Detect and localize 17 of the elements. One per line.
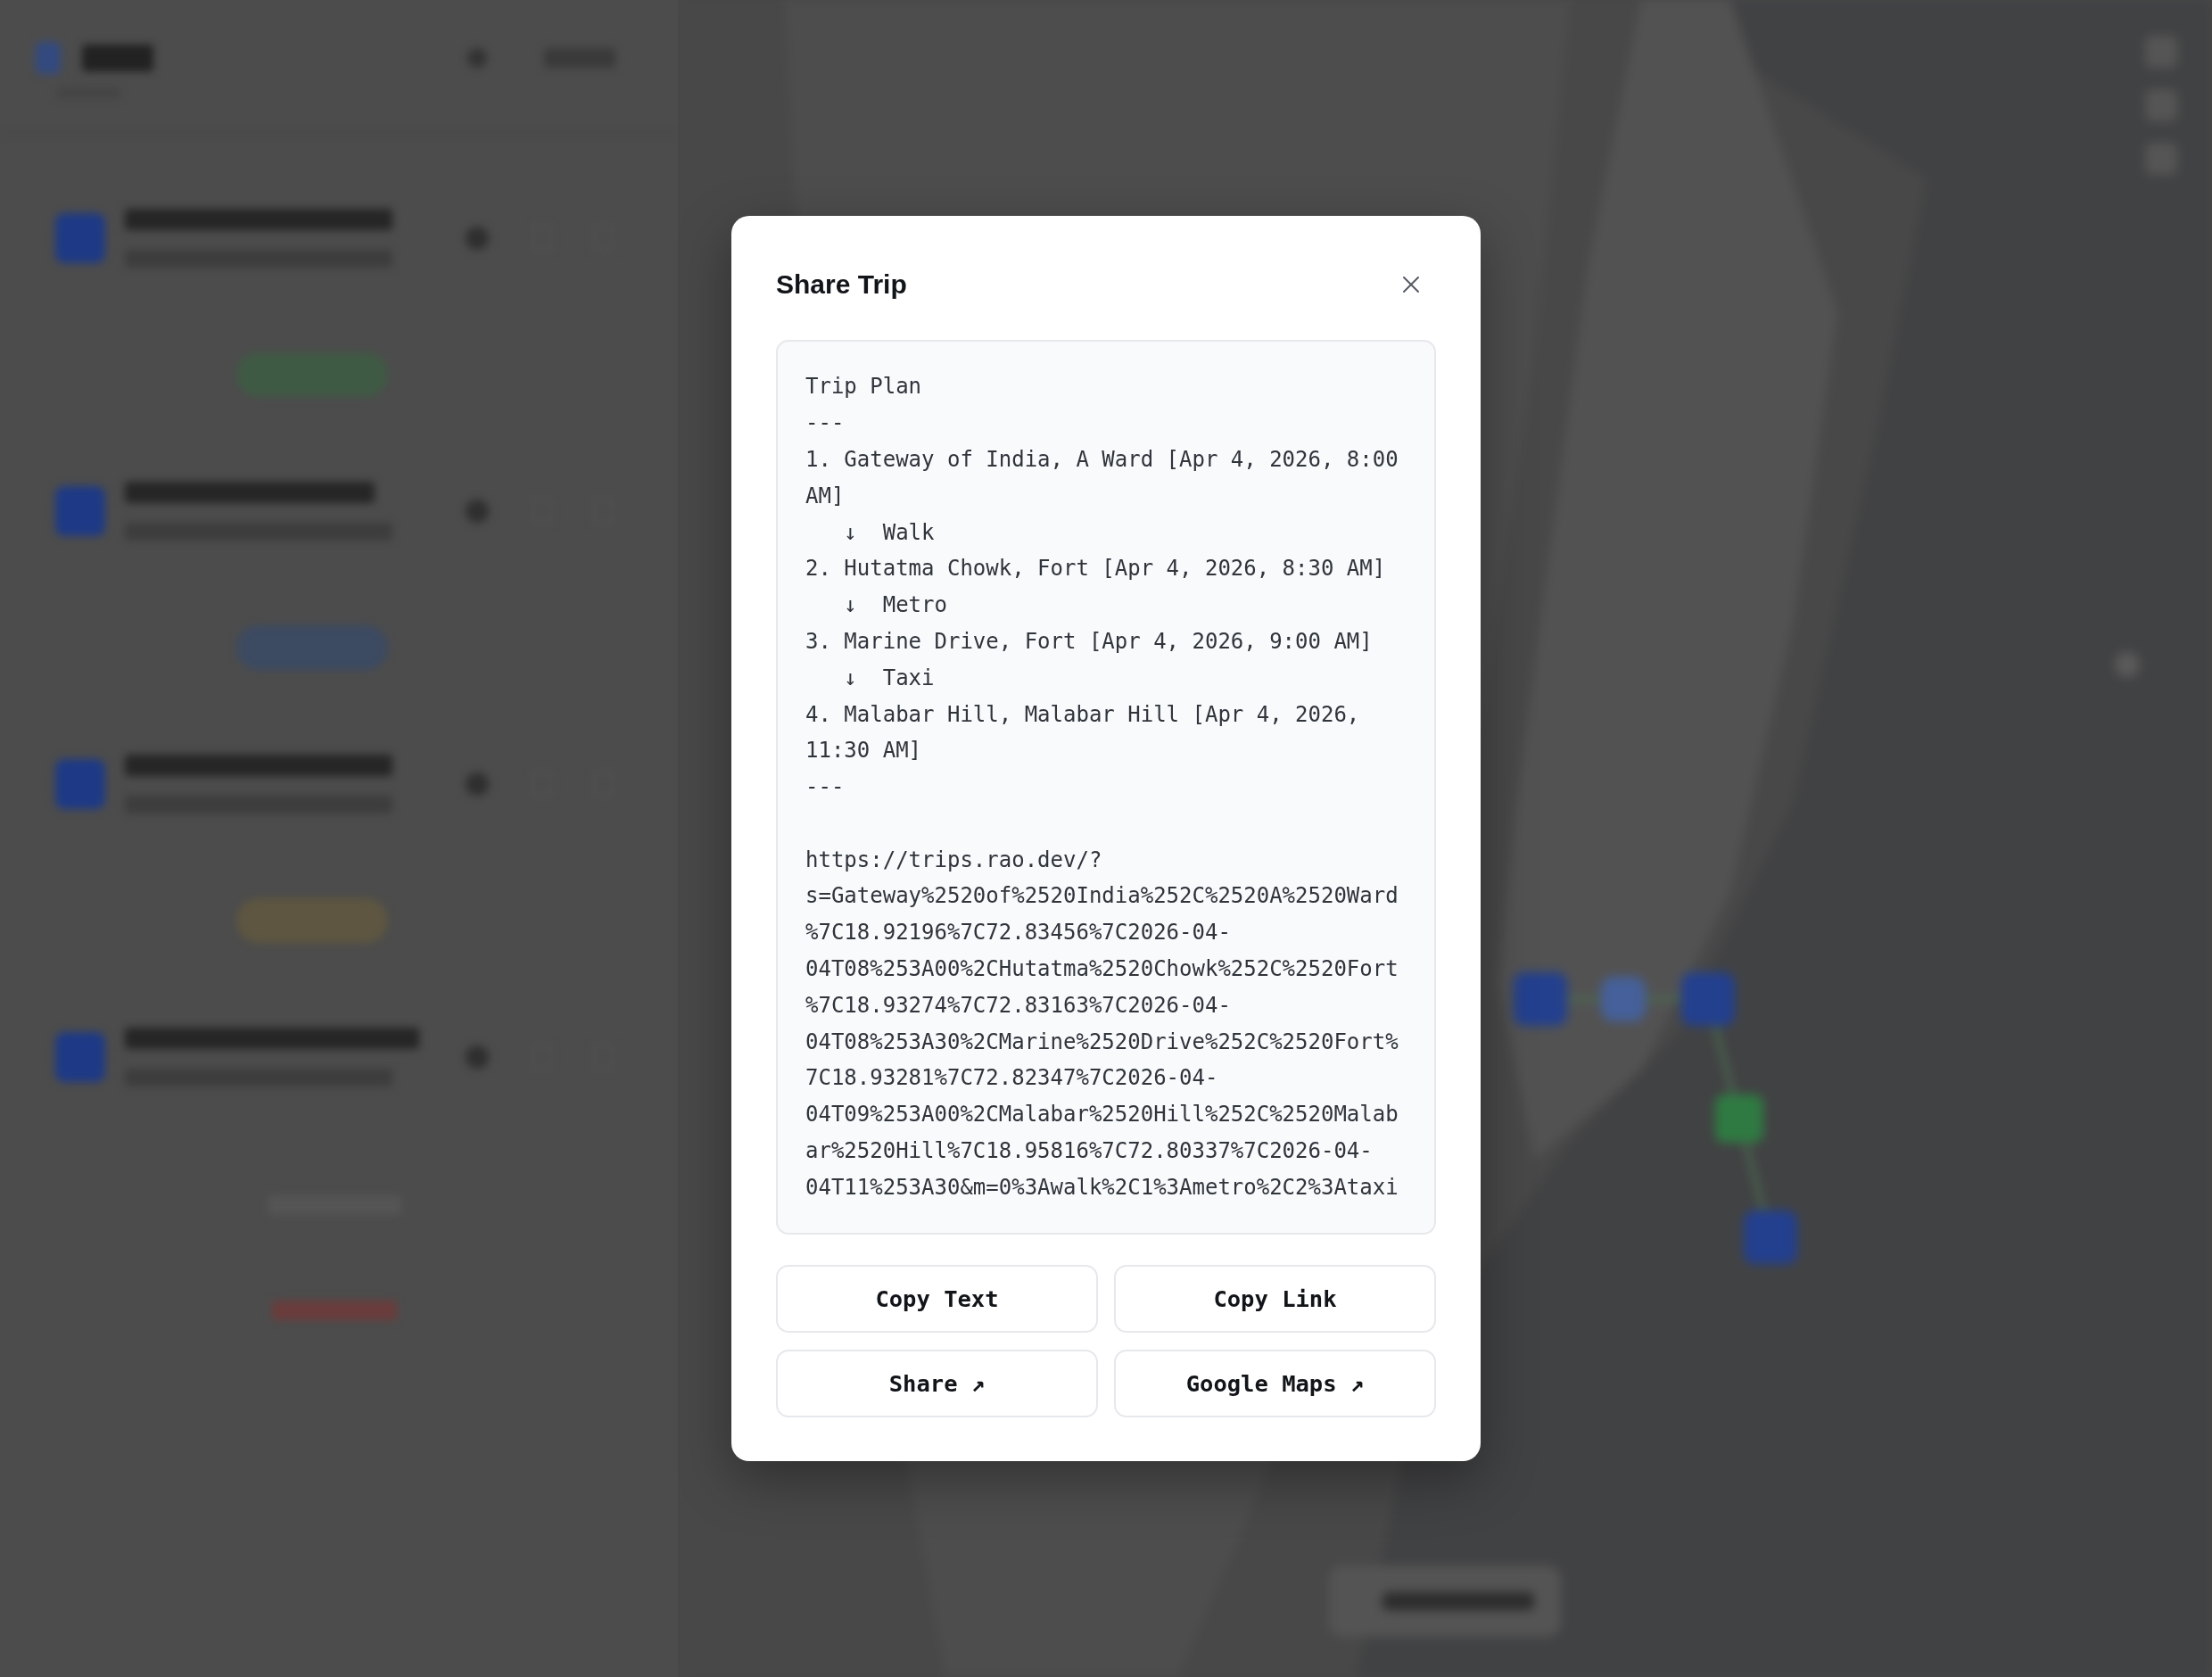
- action-button[interactable]: Share ↗: [776, 1349, 1098, 1417]
- dash-separator: ---: [805, 773, 846, 802]
- share-url-text: https://trips.rao.dev/?s=Gateway%2520of%2520India%252C%2520A%2520Ward%7C18.92196%7C72.83456%7C2026-04-04T08%253A00%2CHutatma%2520Chowk%252C%2520Fort%7C18.93274%7C72.83163%7C2026-04-04T08%253A30%2CMarine%2520Drive%252C%2520Fort%7C18.93281%7C72.82347%7C2026-04-04T09%253A00%2CMalabar%2520Hill%252C%2520Malabar%2520Hill%7C18.95816%7C72.80337%7C2026-04-04T11%253A30&m=0%3Awalk%2C1%3Ametro%2C2%3Ataxi: [805, 846, 1399, 1202]
- close-icon: [1402, 276, 1420, 294]
- travel-mode-line: ↓ Taxi: [844, 664, 936, 692]
- stop-line: 4. Malabar Hill, Malabar Hill [Apr 4, 2026, 11:30 AM]: [805, 700, 1361, 765]
- stop-line: 1. Gateway of India, A Ward [Apr 4, 2026, 8:00 AM]: [805, 445, 1399, 510]
- travel-mode-line: ↓ Walk: [844, 518, 936, 547]
- dash-separator: ---: [805, 409, 846, 438]
- dialog-title: Share Trip: [776, 268, 907, 302]
- travel-mode-line: ↓ Metro: [844, 591, 948, 620]
- plan-heading: Trip Plan: [805, 373, 923, 401]
- stop-line: 2. Hutatma Chowk, Fort [Apr 4, 2026, 8:30 AM]: [805, 555, 1387, 583]
- action-button[interactable]: Copy Link: [1114, 1264, 1436, 1333]
- stop-line: 3. Marine Drive, Fort [Apr 4, 2026, 9:00 AM]: [805, 627, 1374, 656]
- action-button[interactable]: Google Maps ↗: [1114, 1349, 1436, 1417]
- action-button[interactable]: Copy Text: [776, 1264, 1098, 1333]
